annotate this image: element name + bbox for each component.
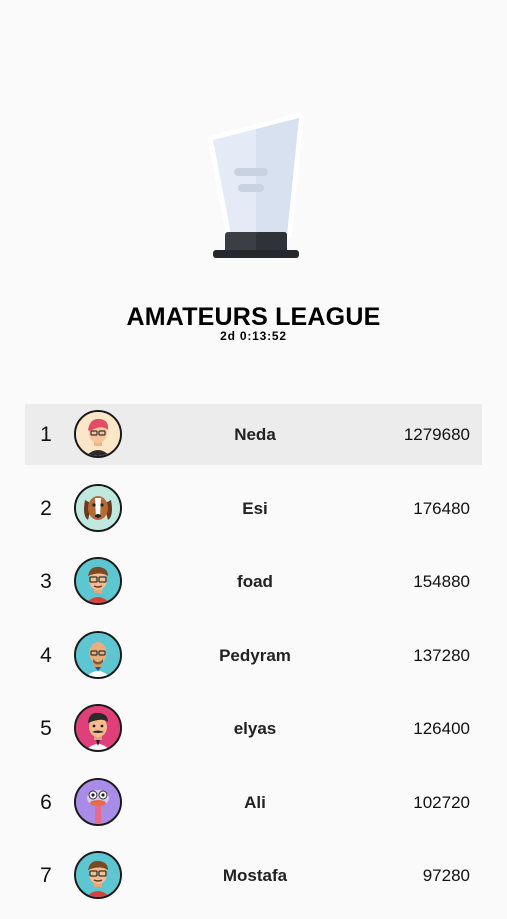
player-name: foad <box>237 572 273 591</box>
player-name: Neda <box>234 425 276 444</box>
player-name: elyas <box>233 719 277 738</box>
player-score: 1279680 <box>403 425 470 444</box>
rank-number: 2 <box>40 496 52 520</box>
leaderboard-row[interactable]: 6 Ali 102720 <box>25 772 482 833</box>
player-score: 176480 <box>413 498 470 518</box>
rank-number: 5 <box>40 717 52 740</box>
ostrich-avatar[interactable] <box>74 777 122 826</box>
rank-number: 1 <box>40 423 52 446</box>
player-score: 97280 <box>422 866 470 885</box>
rank-number: 3 <box>40 570 52 593</box>
bald-man-avatar[interactable] <box>74 630 122 679</box>
player-name: Ali <box>244 792 266 812</box>
player-name: Mostafa <box>222 866 288 885</box>
rank-number: 6 <box>40 790 52 814</box>
rank-number: 7 <box>40 864 52 887</box>
league-title: AMATEURS LEAGUE <box>126 303 381 331</box>
leaderboard-row[interactable]: 7 Mostafa 97280 <box>25 845 482 906</box>
man-mustache-avatar[interactable] <box>74 704 122 752</box>
rank-number: 4 <box>40 643 52 667</box>
player-score: 126400 <box>413 719 470 738</box>
player-score: 154880 <box>413 572 470 591</box>
leaderboard-list: 1 Neda 1279680 2 Esi 176480 3 foad 15488… <box>25 404 482 919</box>
leaderboard-row[interactable]: 2 Esi 176480 <box>25 478 482 539</box>
man-glasses-avatar[interactable] <box>74 851 122 899</box>
dog-avatar[interactable] <box>74 483 122 532</box>
player-score: 102720 <box>413 792 470 812</box>
player-score: 137280 <box>413 645 470 665</box>
leaderboard-row[interactable]: 3 foad 154880 <box>25 551 482 612</box>
trophy-icon <box>0 110 507 285</box>
woman-red-hair-avatar[interactable] <box>74 410 122 458</box>
player-name: Pedyram <box>219 645 291 665</box>
player-name: Esi <box>242 498 268 518</box>
league-countdown-timer: 2d 0:13:52 <box>220 329 287 343</box>
man-glasses-avatar[interactable] <box>74 557 122 605</box>
leaderboard-row[interactable]: 4 Pedyram 137280 <box>25 625 482 686</box>
leaderboard-row[interactable]: 5 elyas 126400 <box>25 698 482 759</box>
leaderboard-row-current-user[interactable]: 1 Neda 1279680 <box>25 404 482 465</box>
